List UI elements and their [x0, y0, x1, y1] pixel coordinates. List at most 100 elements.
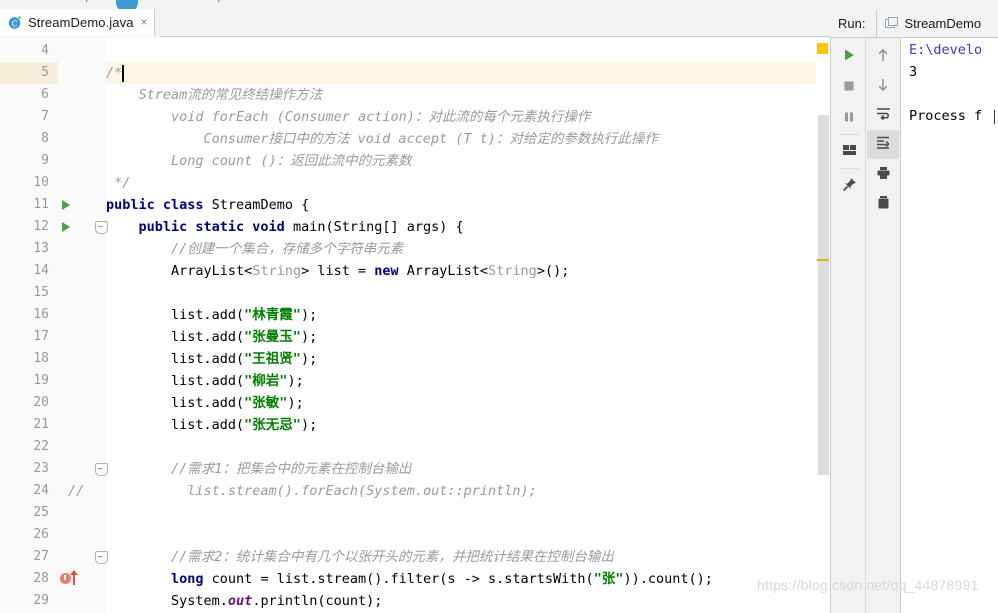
code-line[interactable]: 17 list.add("张曼玉");	[0, 326, 830, 348]
code-line[interactable]: 11 public class StreamDemo {	[0, 194, 830, 216]
down-button[interactable]	[867, 72, 899, 101]
soft-wrap-button[interactable]	[867, 101, 899, 130]
code-line-text: Consumer接口中的方法 void accept (T t)：对给定的参数执…	[106, 131, 658, 147]
line-number: 16	[33, 307, 49, 322]
run-config-tab[interactable]: StreamDemo	[876, 9, 988, 37]
code-line[interactable]: 7 void forEach (Consumer action)：对此流的每个元…	[0, 106, 830, 128]
run-gutter-icon[interactable]	[62, 200, 70, 210]
line-number: 25	[33, 505, 49, 520]
line-number: 9	[41, 153, 49, 168]
svg-text:C: C	[12, 19, 18, 28]
code-line-text: list.add("柳岩");	[106, 373, 304, 389]
code-line-text: list.add("林青霞");	[106, 307, 318, 323]
run-gutter-icon[interactable]	[62, 222, 70, 232]
line-number: 24	[33, 483, 49, 498]
code-line[interactable]: 18 list.add("王祖贤");	[0, 348, 830, 370]
code-line-text: */	[106, 175, 131, 191]
warning-stripe-marker[interactable]	[817, 259, 829, 261]
fold-toggle-icon[interactable]	[95, 221, 108, 234]
code-line[interactable]: 13 //创建一个集合，存储多个字符串元素	[0, 238, 830, 260]
pause-button[interactable]	[833, 105, 865, 134]
code-line[interactable]: 23 //需求1：把集合中的元素在控制台输出	[0, 458, 830, 480]
arrow-up-icon	[876, 48, 890, 68]
line-number: 21	[33, 417, 49, 432]
pin-button[interactable]	[833, 172, 865, 201]
editor-scrollbar[interactable]	[816, 37, 830, 613]
code-line[interactable]: 4	[0, 40, 830, 62]
clear-all-button[interactable]	[867, 190, 899, 219]
line-number: 17	[33, 329, 49, 344]
code-line-text: list.add("张无忌");	[106, 417, 318, 433]
pin-icon	[842, 177, 857, 197]
text-caret	[122, 65, 124, 82]
run-panel-header: Run: StreamDemo	[831, 9, 998, 38]
run-config-icon	[885, 16, 899, 30]
code-line[interactable]: 29 System.out.println(count);	[0, 590, 830, 612]
ide-window: – / / C StreamDemo.java × 4 5 /* 6 Stream流的…	[0, 0, 998, 613]
code-line[interactable]: 8 Consumer接口中的方法 void accept (T t)：对给定的参…	[0, 128, 830, 150]
line-number: 12	[33, 219, 49, 234]
line-number: 18	[33, 351, 49, 366]
code-line[interactable]: 16 list.add("林青霞");	[0, 304, 830, 326]
code-line[interactable]: 9 Long count ()：返回此流中的元素数	[0, 150, 830, 172]
top-fragment-right: /	[218, 0, 221, 5]
console-line: 3	[909, 64, 918, 80]
code-editor[interactable]: 4 5/* 6 Stream流的常见终结操作方法 7 void forEach (Co…	[0, 37, 831, 613]
editor-tab-label: StreamDemo.java	[28, 14, 134, 30]
stop-icon	[842, 79, 856, 98]
line-number: 11	[33, 197, 49, 212]
java-class-icon: C	[8, 15, 23, 30]
watermark: https://blog.csdn.net/qq_44878991	[757, 577, 979, 593]
code-line[interactable]: 22	[0, 436, 830, 458]
scroll-to-end-button[interactable]	[867, 130, 899, 159]
editor-tab-bar: C StreamDemo.java ×	[0, 9, 830, 38]
trash-icon	[876, 195, 891, 215]
scroll-end-icon	[876, 135, 891, 154]
layout-button[interactable]	[833, 138, 865, 167]
close-icon[interactable]: ×	[141, 16, 148, 28]
inspection-summary-marker[interactable]	[817, 43, 828, 54]
code-line-text: list.stream().forEach(System.out::printl…	[106, 483, 537, 499]
code-line[interactable]: 24 list.stream().forEach(System.out::pri…	[0, 480, 830, 502]
line-number: 15	[33, 285, 49, 300]
code-line[interactable]: 5 /*	[0, 62, 830, 84]
code-line[interactable]: 10 */	[0, 172, 830, 194]
code-line[interactable]: 14 ArrayList<String> list = new ArrayLis…	[0, 260, 830, 282]
code-line[interactable]: 25	[0, 502, 830, 524]
code-line-text: Stream流的常见终结操作方法	[106, 87, 323, 103]
code-line-text: public class StreamDemo {	[106, 197, 310, 213]
code-line[interactable]: 27 //需求2：统计集合中有几个以张开头的元素，并把统计结果在控制台输出	[0, 546, 830, 568]
line-number: 29	[33, 593, 49, 608]
code-line[interactable]: 6 Stream流的常见终结操作方法	[0, 84, 830, 106]
editor-tab-streamdemo[interactable]: C StreamDemo.java ×	[0, 9, 155, 36]
code-line[interactable]: 21 list.add("张无忌");	[0, 414, 830, 436]
line-number: 23	[33, 461, 49, 476]
fold-toggle-icon[interactable]	[95, 463, 108, 476]
rerun-button[interactable]	[833, 43, 865, 72]
line-number: 7	[41, 109, 49, 124]
code-line[interactable]: 26	[0, 524, 830, 546]
run-panel-label: Run:	[838, 15, 866, 31]
code-line[interactable]: 15	[0, 282, 830, 304]
code-line-text: list.add("张曼玉");	[106, 329, 318, 345]
modified-line-arrow-icon[interactable]	[70, 570, 78, 585]
code-line[interactable]: 12 public static void main(String[] args…	[0, 216, 830, 238]
code-line-text: public static void main(String[] args) {	[138, 219, 464, 235]
console-output[interactable]: E:\develo 3 Process f	[900, 38, 998, 613]
print-button[interactable]	[867, 161, 899, 190]
stop-button[interactable]	[833, 74, 865, 103]
code-line[interactable]: 19 list.add("柳岩");	[0, 370, 830, 392]
line-number: 5	[41, 65, 49, 80]
editor-scroll-thumb[interactable]	[818, 115, 829, 475]
console-line: E:\develo	[909, 42, 983, 58]
layout-icon	[842, 143, 857, 162]
up-button[interactable]	[867, 43, 899, 72]
arrow-down-icon	[876, 77, 890, 97]
code-line[interactable]: 20 list.add("张敏");	[0, 392, 830, 414]
top-fragment-left: –	[4, 0, 10, 5]
fold-toggle-icon[interactable]	[95, 551, 108, 564]
printer-icon	[876, 166, 891, 185]
code-line[interactable]: 28 long count = list.stream().filter(s -…	[0, 568, 830, 590]
line-number: 13	[33, 241, 49, 256]
line-number: 22	[33, 439, 49, 454]
